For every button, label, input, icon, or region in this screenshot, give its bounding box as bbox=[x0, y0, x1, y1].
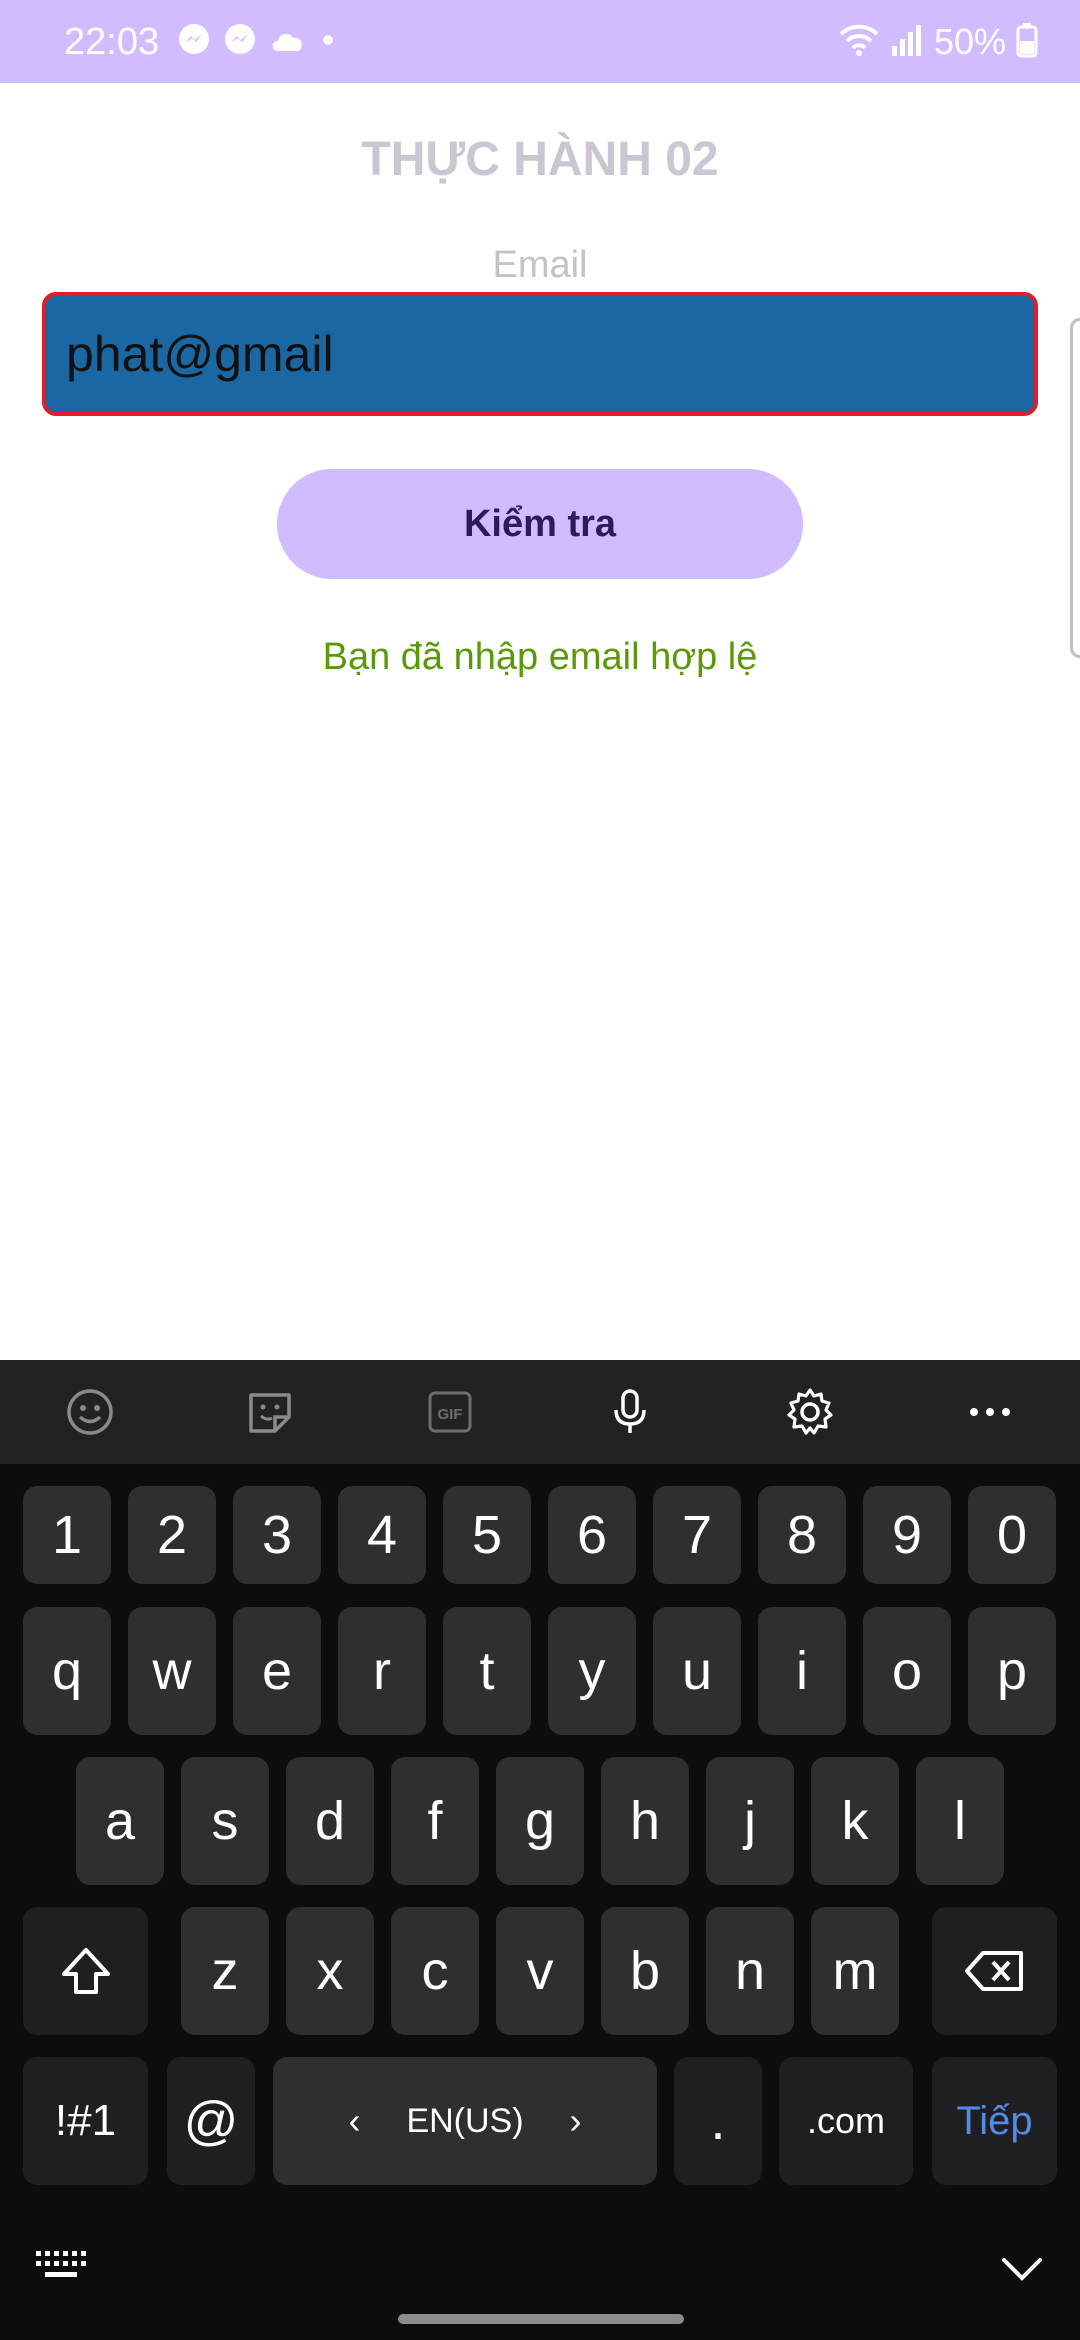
battery-percent: 50% bbox=[933, 21, 1006, 62]
key-5[interactable]: 5 bbox=[443, 1486, 531, 1584]
period-key[interactable]: . bbox=[674, 2057, 762, 2185]
key-l[interactable]: l bbox=[916, 1757, 1004, 1885]
key-y[interactable]: y bbox=[548, 1607, 636, 1735]
messenger-icon bbox=[222, 22, 258, 63]
keyboard-switch-icon[interactable] bbox=[34, 2248, 88, 2287]
key-x[interactable]: x bbox=[286, 1907, 374, 2035]
key-w[interactable]: w bbox=[128, 1607, 216, 1735]
check-button[interactable]: Kiểm tra bbox=[277, 469, 803, 579]
key-e[interactable]: e bbox=[233, 1607, 321, 1735]
key-h[interactable]: h bbox=[601, 1757, 689, 1885]
language-label: EN(US) bbox=[406, 2101, 524, 2140]
key-o[interactable]: o bbox=[863, 1607, 951, 1735]
key-3[interactable]: 3 bbox=[233, 1486, 321, 1584]
emoji-icon[interactable] bbox=[0, 1360, 180, 1464]
key-k[interactable]: k bbox=[811, 1757, 899, 1885]
gif-label: GIF bbox=[438, 1406, 463, 1423]
backspace-icon bbox=[964, 1951, 1023, 1991]
notification-icons bbox=[176, 22, 338, 62]
key-z[interactable]: z bbox=[181, 1907, 269, 2035]
status-time: 22:03 bbox=[64, 21, 160, 63]
battery-icon bbox=[1016, 22, 1038, 63]
keyboard: GIF 1 2 3 4 5 6 7 8 9 0 q w e r t y u i … bbox=[0, 1360, 1080, 2340]
key-7[interactable]: 7 bbox=[653, 1486, 741, 1584]
key-m[interactable]: m bbox=[811, 1907, 899, 2035]
key-f[interactable]: f bbox=[391, 1757, 479, 1885]
key-1[interactable]: 1 bbox=[23, 1486, 111, 1584]
more-icon[interactable] bbox=[900, 1360, 1080, 1464]
key-4[interactable]: 4 bbox=[338, 1486, 426, 1584]
backspace-key[interactable] bbox=[932, 1907, 1057, 2035]
key-s[interactable]: s bbox=[181, 1757, 269, 1885]
cloud-icon bbox=[268, 25, 308, 60]
enter-key[interactable]: Tiếp bbox=[932, 2057, 1057, 2185]
dot-icon bbox=[318, 30, 338, 55]
gif-icon[interactable]: GIF bbox=[360, 1360, 540, 1464]
system-icons: 50% bbox=[838, 20, 1038, 64]
status-bar: 22:03 50% bbox=[0, 0, 1080, 83]
space-key[interactable]: ‹ EN(US) › bbox=[273, 2057, 657, 2185]
home-indicator[interactable] bbox=[398, 2314, 684, 2324]
key-p[interactable]: p bbox=[968, 1607, 1056, 1735]
key-i[interactable]: i bbox=[758, 1607, 846, 1735]
language-next-icon: › bbox=[569, 2100, 582, 2141]
key-c[interactable]: c bbox=[391, 1907, 479, 2035]
key-n[interactable]: n bbox=[706, 1907, 794, 2035]
key-v[interactable]: v bbox=[496, 1907, 584, 2035]
key-9[interactable]: 9 bbox=[863, 1486, 951, 1584]
messenger-icon bbox=[176, 22, 212, 63]
key-r[interactable]: r bbox=[338, 1607, 426, 1735]
key-q[interactable]: q bbox=[23, 1607, 111, 1735]
at-key[interactable]: @ bbox=[167, 2057, 255, 2185]
key-8[interactable]: 8 bbox=[758, 1486, 846, 1584]
key-g[interactable]: g bbox=[496, 1757, 584, 1885]
email-label: Email bbox=[492, 244, 588, 286]
email-field[interactable]: phat@gmail bbox=[42, 292, 1038, 416]
language-prev-icon: ‹ bbox=[348, 2100, 361, 2141]
sticker-icon[interactable] bbox=[180, 1360, 360, 1464]
hide-keyboard-icon[interactable] bbox=[1000, 2254, 1044, 2289]
key-j[interactable]: j bbox=[706, 1757, 794, 1885]
key-6[interactable]: 6 bbox=[548, 1486, 636, 1584]
shift-icon bbox=[61, 1948, 110, 1994]
keyboard-toolbar: GIF bbox=[0, 1360, 1080, 1464]
key-t[interactable]: t bbox=[443, 1607, 531, 1735]
dotcom-key[interactable]: .com bbox=[779, 2057, 913, 2185]
edge-panel-handle[interactable] bbox=[1070, 318, 1080, 658]
settings-icon[interactable] bbox=[720, 1360, 900, 1464]
key-d[interactable]: d bbox=[286, 1757, 374, 1885]
signal-icon bbox=[890, 22, 924, 63]
page-title: THỰC HÀNH 02 bbox=[361, 133, 719, 186]
symbols-key[interactable]: !#1 bbox=[23, 2057, 148, 2185]
wifi-icon bbox=[838, 22, 880, 63]
key-a[interactable]: a bbox=[76, 1757, 164, 1885]
shift-key[interactable] bbox=[23, 1907, 148, 2035]
key-b[interactable]: b bbox=[601, 1907, 689, 2035]
result-message: Bạn đã nhập email hợp lệ bbox=[322, 636, 758, 678]
key-0[interactable]: 0 bbox=[968, 1486, 1056, 1584]
key-u[interactable]: u bbox=[653, 1607, 741, 1735]
key-2[interactable]: 2 bbox=[128, 1486, 216, 1584]
microphone-icon[interactable] bbox=[540, 1360, 720, 1464]
